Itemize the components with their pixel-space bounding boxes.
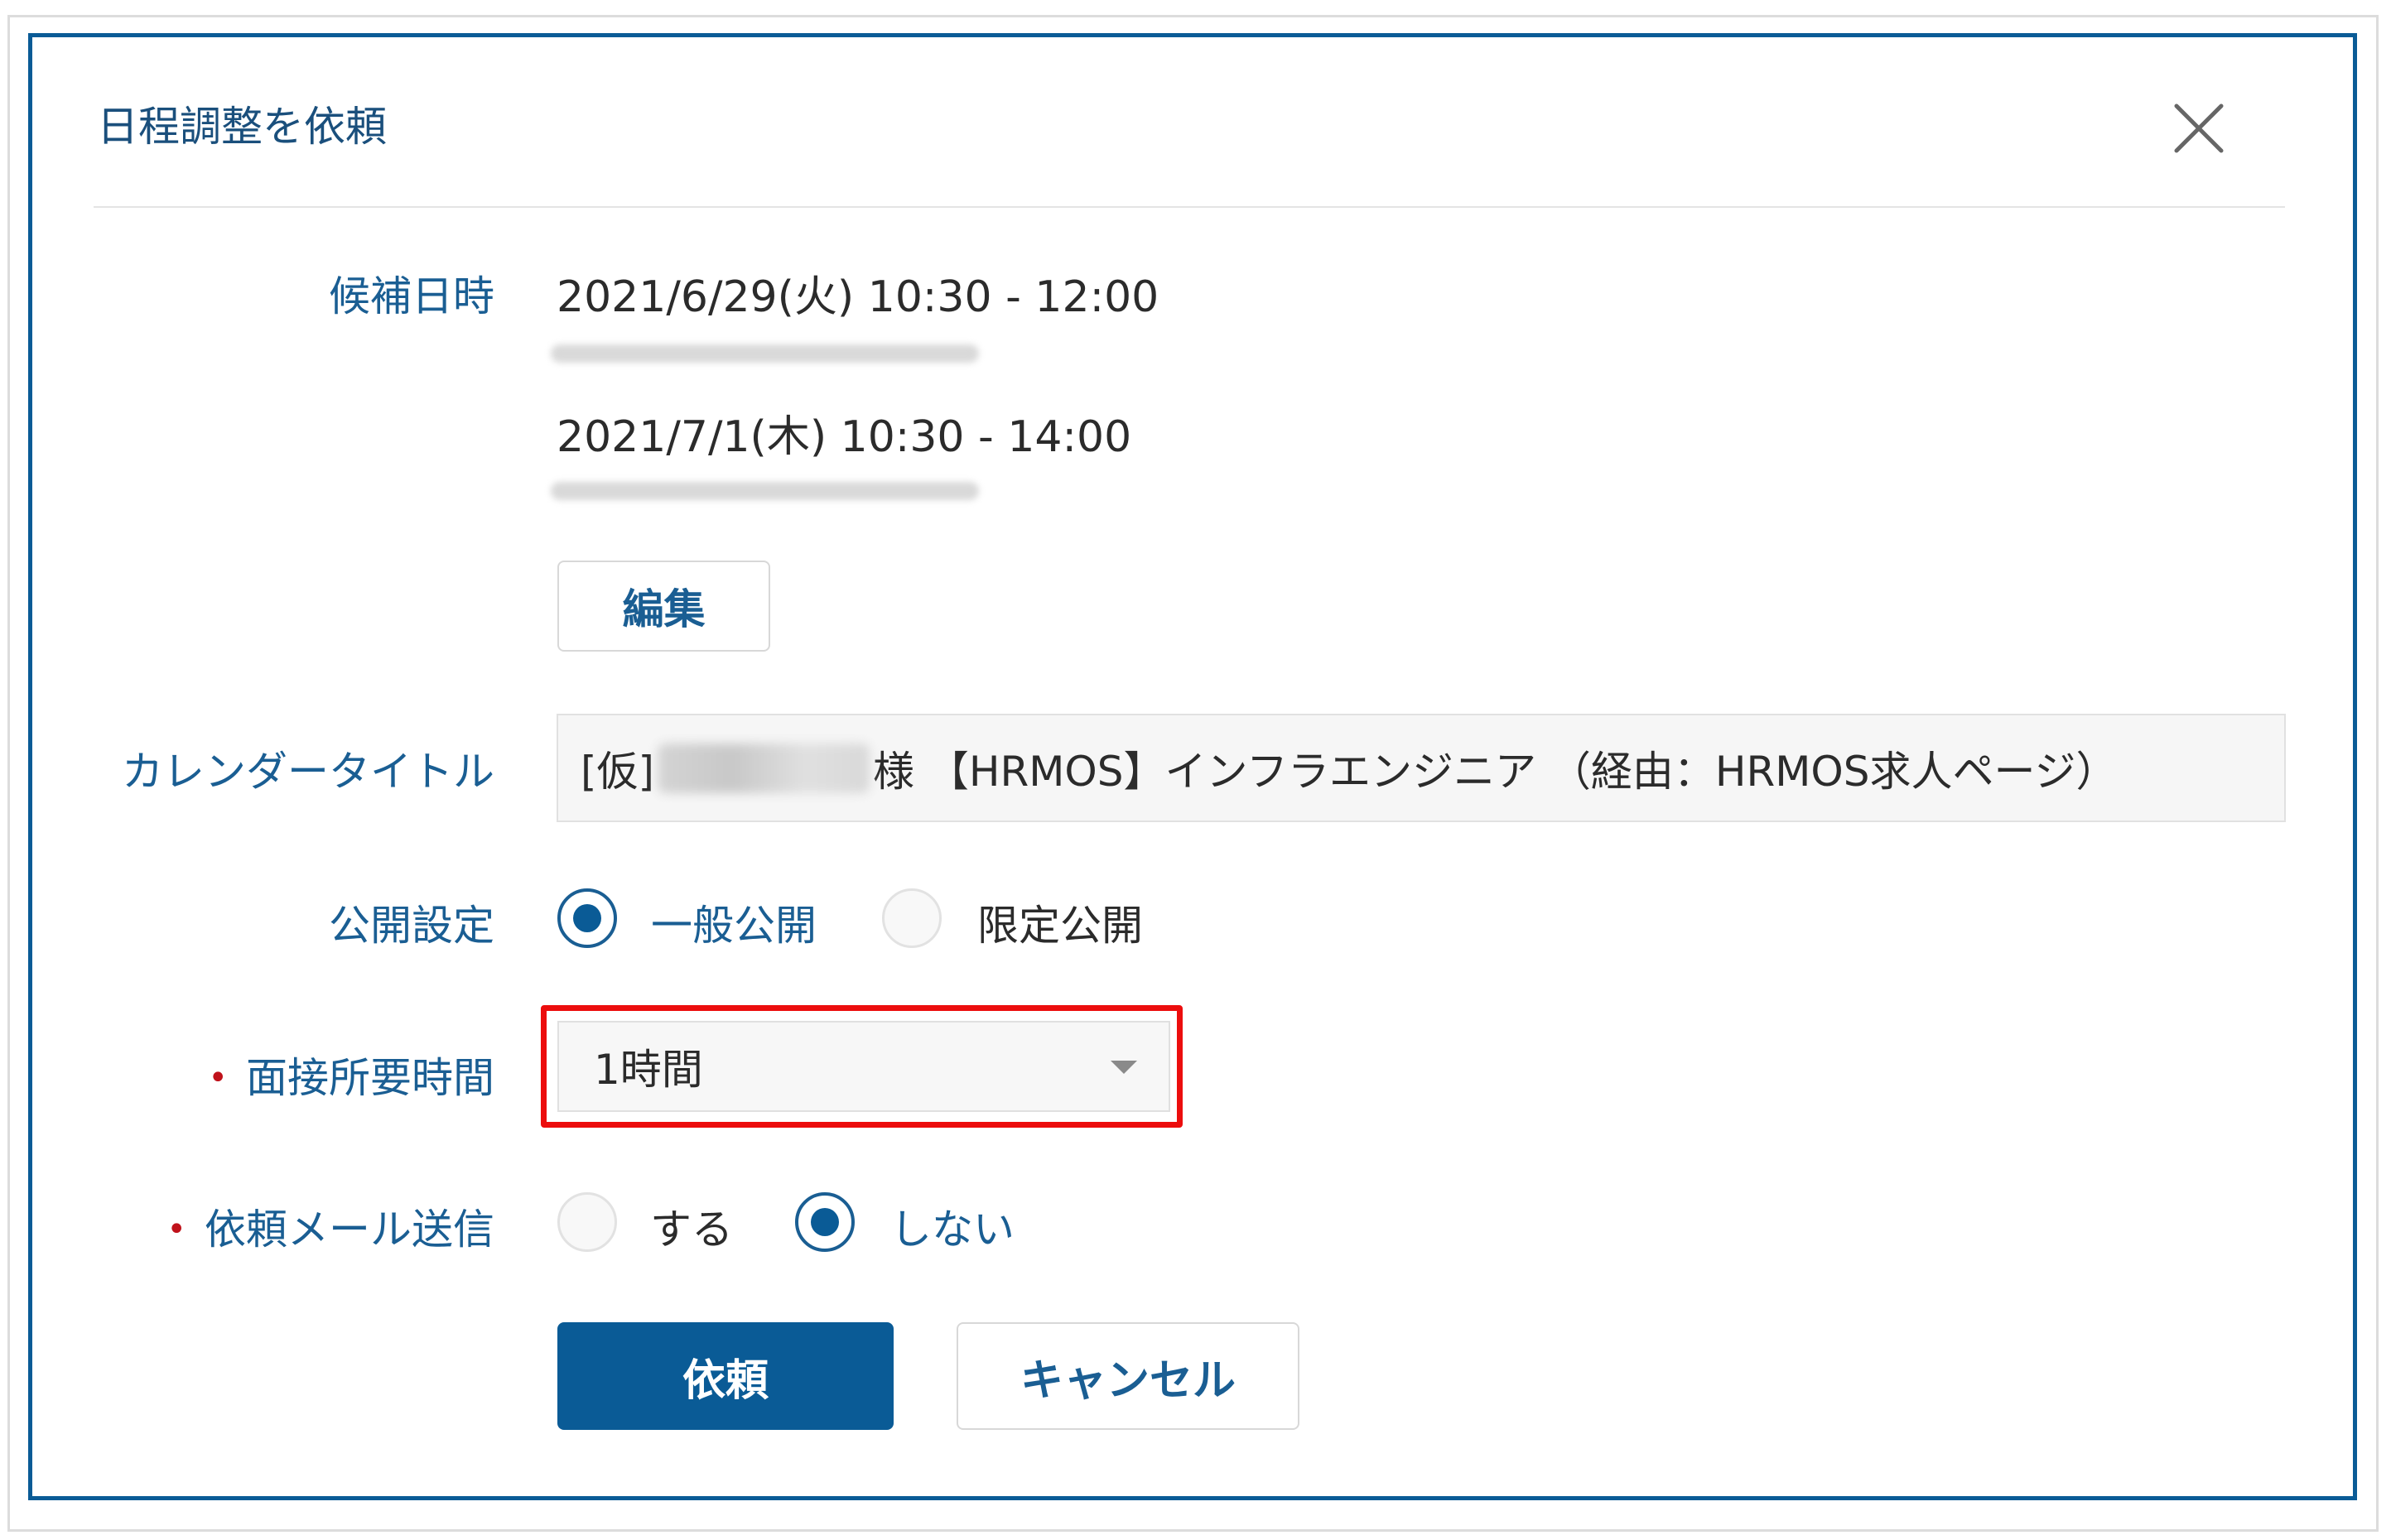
cancel-button[interactable]: キャンセル: [957, 1322, 1299, 1430]
dialog-title: 日程調整を依頼: [97, 103, 387, 151]
calendar-title-label: カレンダータイトル: [122, 748, 494, 796]
duration-label-text: 面接所要時間: [246, 1054, 494, 1102]
candidate-slot-2: 2021/7/1(木) 10:30 - 14:00: [557, 412, 1132, 462]
visibility-label: 公開設定: [329, 902, 494, 950]
duration-label: • 面接所要時間: [208, 1045, 494, 1104]
visibility-public-label[interactable]: 一般公開: [651, 893, 817, 952]
redacted-candidate-name: [658, 743, 870, 793]
request-mail-yes-radio[interactable]: [557, 1192, 617, 1252]
required-mark: •: [166, 1210, 186, 1249]
request-mail-no-label[interactable]: しない: [890, 1196, 1015, 1256]
request-mail-no-radio[interactable]: [795, 1192, 855, 1252]
request-submit-button[interactable]: 依頼: [557, 1322, 894, 1430]
calendar-title-field[interactable]: [仮] 様 【HRMOS】インフラエンジニア （経由：HRMOS求人ページ）: [557, 714, 2286, 822]
duration-select[interactable]: 1時間: [557, 1021, 1170, 1112]
redacted-email-2: [551, 482, 979, 500]
calendar-title-suffix: 様 【HRMOS】インフラエンジニア （経由：HRMOS求人ページ）: [873, 747, 2118, 796]
redacted-email-1: [551, 344, 979, 363]
visibility-limited-label[interactable]: 限定公開: [977, 893, 1143, 952]
request-mail-label-text: 依頼メール送信: [205, 1206, 494, 1254]
chevron-down-icon: [1111, 1061, 1137, 1074]
header-divider: [94, 206, 2285, 208]
edit-button[interactable]: 編集: [557, 561, 770, 652]
request-mail-yes-label[interactable]: する: [650, 1196, 733, 1256]
close-icon[interactable]: [2170, 99, 2228, 157]
visibility-public-radio[interactable]: [557, 888, 617, 948]
required-mark: •: [208, 1059, 228, 1097]
candidate-slot-1: 2021/6/29(火) 10:30 - 12:00: [557, 272, 1159, 322]
calendar-title-prefix: [仮]: [581, 747, 655, 796]
duration-selected-value: 1時間: [594, 1046, 703, 1094]
visibility-limited-radio[interactable]: [882, 888, 942, 948]
request-mail-label: • 依頼メール送信: [166, 1196, 494, 1256]
candidate-datetime-label: 候補日時: [329, 272, 494, 320]
